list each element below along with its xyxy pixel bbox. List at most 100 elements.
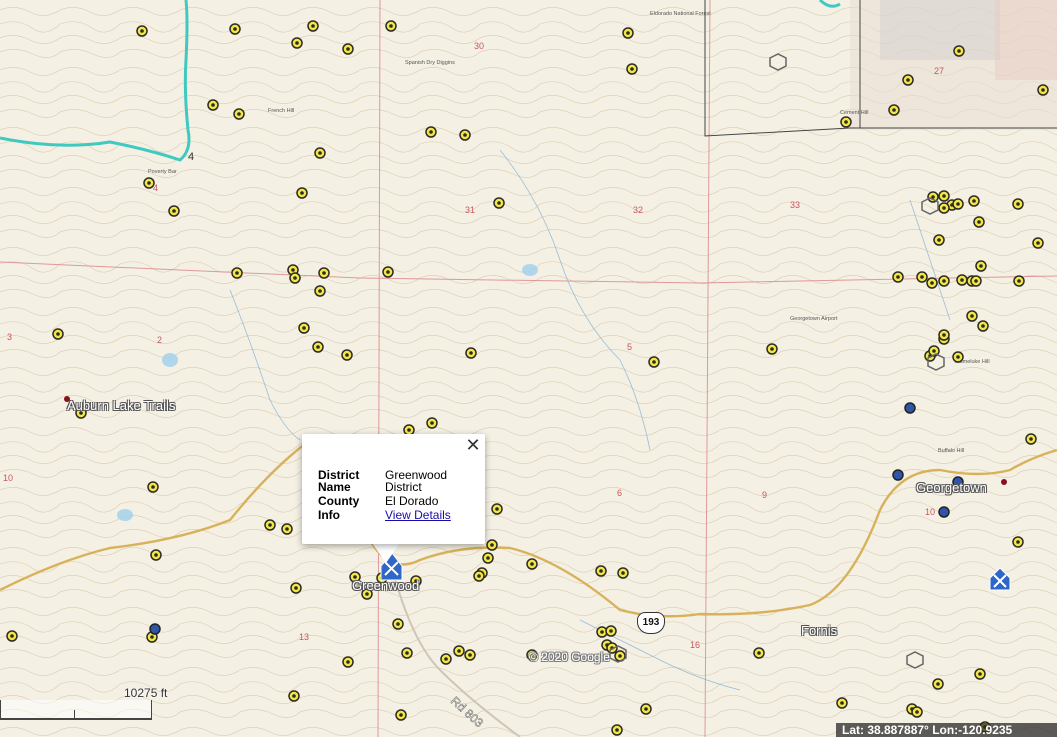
map-small-label: Georgetown Airport [790,316,838,322]
mining-claim-marker-center [981,324,985,328]
mining-claim-marker-center [972,199,976,203]
mining-claim-marker-center [10,634,14,638]
mining-claim-marker-center [300,191,304,195]
mining-claim-marker-center [345,353,349,357]
popup-tail [372,543,400,563]
mining-claim-marker-center [957,49,961,53]
close-icon[interactable]: ✕ [465,436,481,454]
mining-claim-marker-center [942,279,946,283]
mining-claim-marker-center [318,289,322,293]
mining-claim-marker-center [970,314,974,318]
mining-claim-marker-center [463,133,467,137]
district-marker [149,623,161,635]
mining-claim-marker-center [285,527,289,531]
section-number: 9 [762,490,767,500]
topo-map-canvas: 30 31 32 33 27 5 6 9 10 13 16 2 3 10 4 E… [0,0,1057,737]
mining-claim-marker-center [291,268,295,272]
mining-claim-marker-center [1016,202,1020,206]
popup-row-county: County El Dorado [318,495,485,509]
mining-claim-marker-center [293,276,297,280]
map-small-label: 4 [188,151,194,163]
mining-claim-marker-center [609,629,613,633]
section-number: 10 [3,473,13,483]
mining-claim-marker-center [1017,279,1021,283]
map-small-label: French Hill [268,108,294,114]
scale-bar [0,700,152,720]
mining-claim-marker-center [1036,241,1040,245]
mining-claim-marker-center [942,194,946,198]
mining-claim-marker-center [942,333,946,337]
place-label-fornis: Fornis [801,623,838,638]
popup-value: Greenwood District [385,468,448,494]
mining-claim-marker-center [977,220,981,224]
mining-claim-marker-center [770,347,774,351]
mining-claim-marker-center [457,649,461,653]
mining-claim-marker-center [615,728,619,732]
map-small-label: Poverty Bar [148,169,177,175]
popup-key: Info [318,508,340,522]
mining-claim-marker-center [477,574,481,578]
mining-claim-marker-center [942,206,946,210]
mining-claim-marker-center [405,651,409,655]
mining-claim-marker-center [295,41,299,45]
mining-claim-marker-center [318,151,322,155]
mining-claim-marker-center [630,67,634,71]
mining-claim-marker-center [621,571,625,575]
mining-claim-marker-center [530,562,534,566]
mining-claim-marker-center [346,47,350,51]
district-marker [938,506,950,518]
popup-details-table: District Name Greenwood District County … [318,469,485,523]
mining-claim-marker-center [1029,437,1033,441]
mining-claim-marker-center [915,710,919,714]
mining-claim-marker-center [892,108,896,112]
mining-claim-marker-center [960,278,964,282]
mining-claim-marker-center [626,31,630,35]
section-number: 16 [690,640,700,650]
mining-claim-marker-center [316,345,320,349]
mining-claim-marker-center [56,332,60,336]
mining-claim-marker-center [956,355,960,359]
mining-claim-marker-center [444,657,448,661]
mining-claim-marker-center [906,78,910,82]
mining-claim-marker-center [1016,540,1020,544]
mining-claim-marker-center [399,713,403,717]
mining-claim-marker-center [389,24,393,28]
mining-claim-marker-center [844,120,848,124]
mining-claim-marker-center [930,281,934,285]
map-small-label: Buffalo Hill [938,448,964,454]
section-number: 13 [299,632,309,642]
mining-claim-marker-center [757,651,761,655]
map-viewport[interactable]: 30 31 32 33 27 5 6 9 10 13 16 2 3 10 4 E… [0,0,1057,737]
section-number: 6 [617,488,622,498]
section-number: 27 [934,66,944,76]
place-label-georgetown: Georgetown [916,480,987,495]
view-details-link[interactable]: View Details [385,508,451,522]
mining-claim-marker-center [486,556,490,560]
mining-claim-marker-center [896,275,900,279]
mining-claim-marker-center [978,672,982,676]
popup-row-district-name: District Name Greenwood District [318,469,485,495]
map-small-label: Cement Hill [840,110,868,116]
mining-claim-marker-center [147,181,151,185]
section-number: 5 [627,342,632,352]
mining-claim-marker-center [154,553,158,557]
popup-key: County [318,494,360,508]
scale-bar-tick [74,710,75,718]
mining-claim-marker-center [294,586,298,590]
popup-value: El Dorado [385,494,439,508]
mining-claim-marker-center [172,209,176,213]
place-label-greenwood: Greenwood [352,578,420,593]
map-small-label: Spanish Dry Diggins [405,60,455,66]
mining-claim-marker-center [429,130,433,134]
mining-claim-marker-center [1041,88,1045,92]
map-small-label: Eldorado National Forest [650,11,711,17]
district-marker [904,402,916,414]
mining-claim-marker-center [495,507,499,511]
section-number: 3 [7,332,12,342]
mining-claim-marker-center [211,103,215,107]
mining-claim-marker-center [974,279,978,283]
mining-claim-marker-center [407,428,411,432]
scale-label: 10275 ft [124,686,168,700]
mining-claim-marker-center [937,238,941,242]
mining-claim-marker-center [346,660,350,664]
